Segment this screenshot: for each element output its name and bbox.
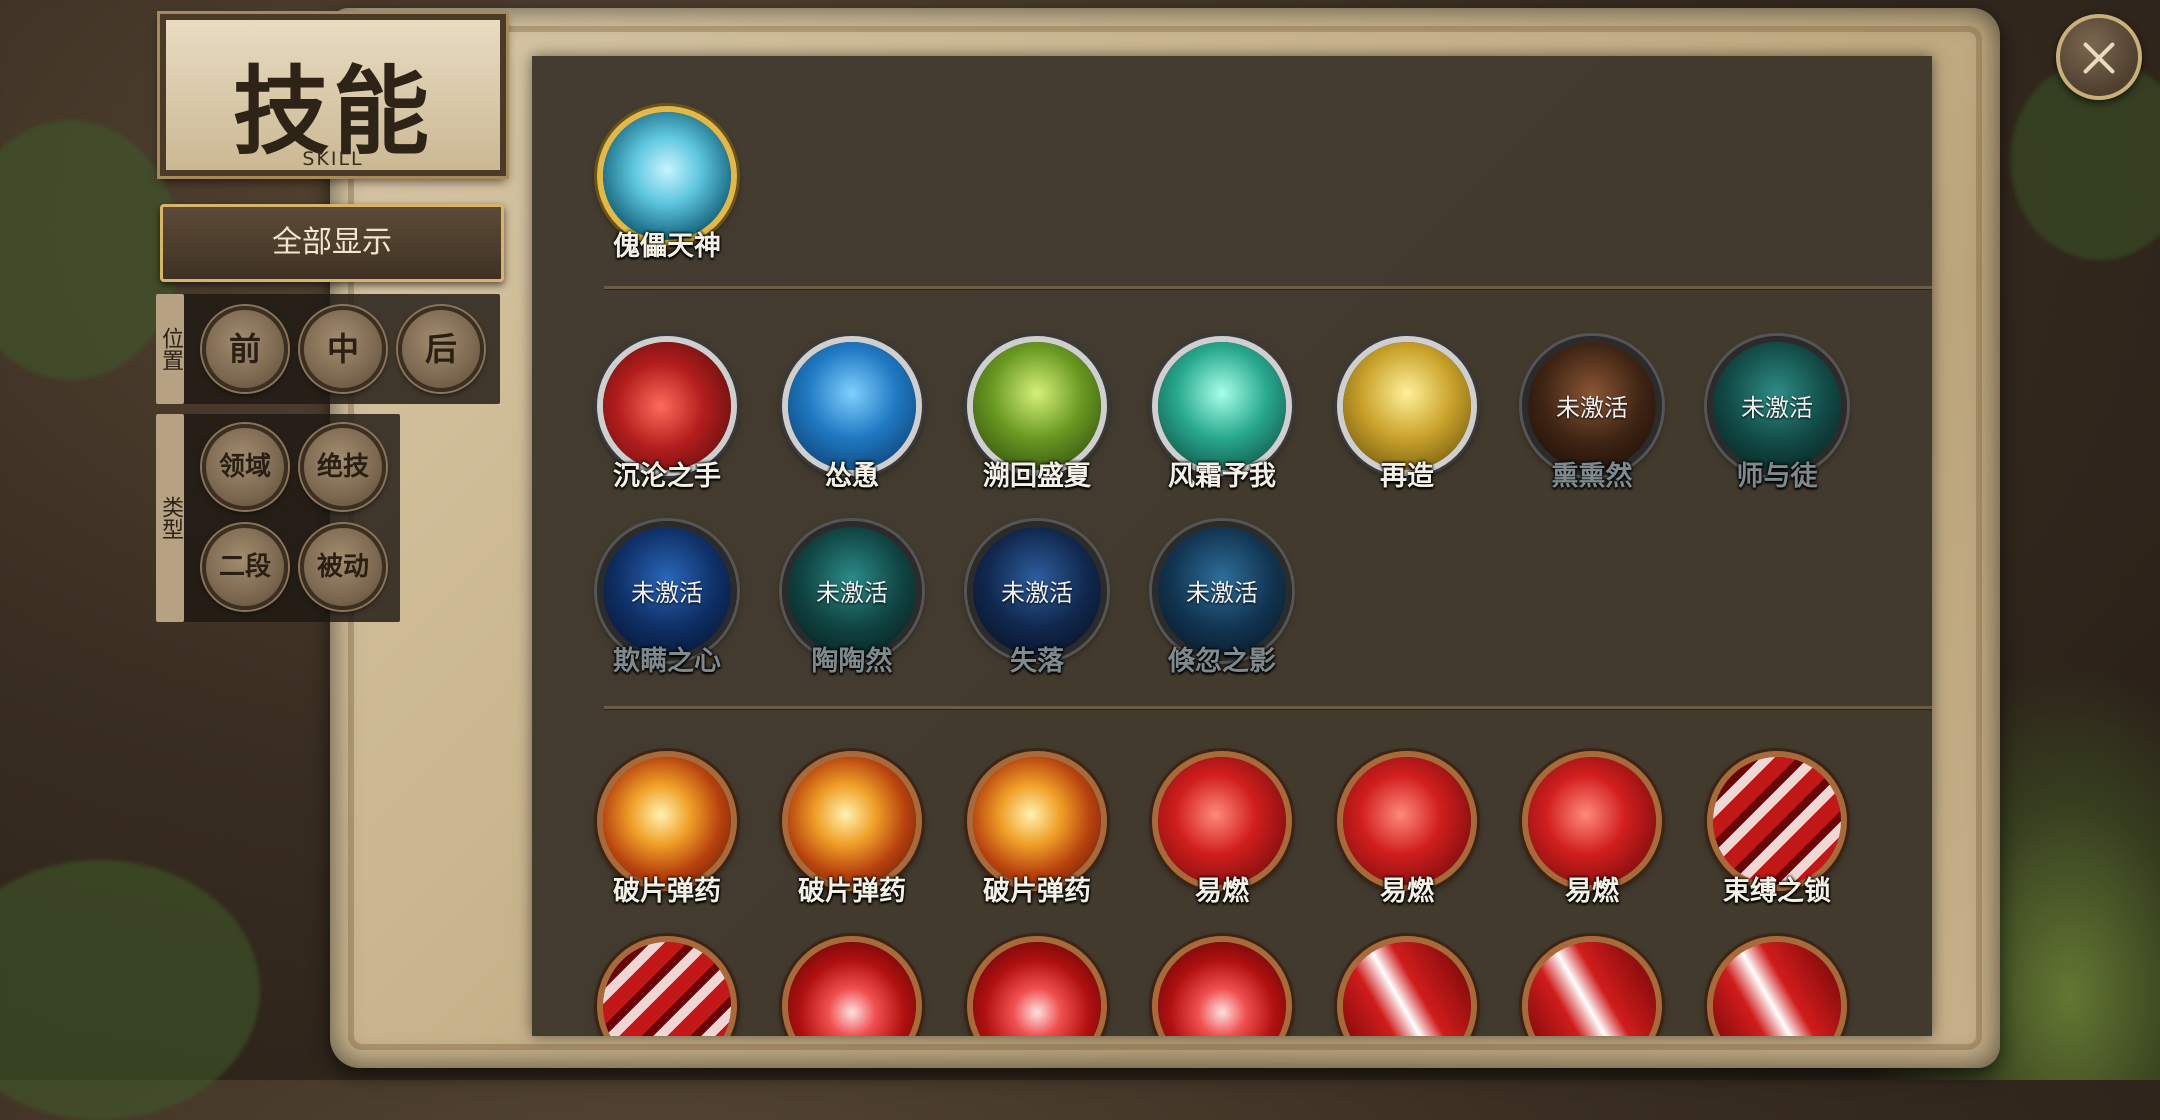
skill-item[interactable]: 未激活 失落 [957, 521, 1117, 701]
section-divider [604, 286, 1932, 289]
green-forest-icon [973, 342, 1101, 470]
skill-item[interactable]: 怂恿 [772, 336, 932, 516]
skill-item[interactable]: 未激活 熏熏然 [1512, 336, 1672, 516]
fire-claw-icon [788, 757, 916, 885]
skill-item[interactable]: 傀儡天神 [587, 106, 747, 286]
skill-item[interactable] [1512, 936, 1672, 1036]
red-flame-icon [1158, 757, 1286, 885]
background-foliage [0, 860, 260, 1120]
skill-item[interactable]: 破片弹药 [772, 751, 932, 931]
skill-item[interactable]: 破片弹药 [957, 751, 1117, 931]
golden-figure-icon [1343, 342, 1471, 470]
red-slash-icon [1528, 942, 1656, 1036]
red-swirl-icon [1158, 942, 1286, 1036]
skill-item[interactable]: 易燃 [1327, 751, 1487, 931]
page-title-plate: 技能 SKILL [157, 11, 509, 179]
skill-item[interactable]: 易燃 [1142, 751, 1302, 931]
type-domain-button[interactable]: 领域 [202, 424, 288, 510]
skill-item[interactable] [1142, 936, 1302, 1036]
skill-item[interactable]: 未激活 师与徒 [1697, 336, 1857, 516]
red-swirl-icon [788, 942, 916, 1036]
skill-item[interactable] [957, 936, 1117, 1036]
skill-item[interactable] [1697, 936, 1857, 1036]
skill-item[interactable]: 易燃 [1512, 751, 1672, 931]
skill-panel: 傀儡天神 沉沦之手 怂恿 溯回盛夏 风霜予我 再造 未激活 熏熏然 未激活 师与… [532, 56, 1932, 1036]
type-filter-label: 类型 [156, 414, 184, 622]
type-ultimate-button[interactable]: 绝技 [300, 424, 386, 510]
position-middle-button[interactable]: 中 [300, 306, 386, 392]
skill-item[interactable] [1327, 936, 1487, 1036]
skill-item[interactable]: 再造 [1327, 336, 1487, 516]
skill-item[interactable]: 束缚之锁 [1697, 751, 1857, 931]
skill-item[interactable] [587, 936, 747, 1036]
background-foliage [0, 120, 180, 380]
fire-claw-icon [603, 757, 731, 885]
position-back-button[interactable]: 后 [398, 306, 484, 392]
red-flame-icon [1528, 757, 1656, 885]
chain-icon [1713, 757, 1841, 885]
skill-item[interactable]: 未激活 陶陶然 [772, 521, 932, 701]
red-slash-icon [1343, 942, 1471, 1036]
fire-claw-icon [973, 757, 1101, 885]
page-subtitle: SKILL [302, 148, 364, 170]
red-warrior-icon [603, 342, 731, 470]
blue-beast-icon [788, 342, 916, 470]
skill-item[interactable]: 沉沦之手 [587, 336, 747, 516]
ghost-hand-icon [603, 112, 731, 240]
position-front-button[interactable]: 前 [202, 306, 288, 392]
skill-item[interactable] [772, 936, 932, 1036]
skill-item[interactable]: 溯回盛夏 [957, 336, 1117, 516]
skill-item[interactable]: 破片弹药 [587, 751, 747, 931]
skill-item[interactable]: 未激活 倏忽之影 [1142, 521, 1302, 701]
red-slash-icon [1713, 942, 1841, 1036]
close-button[interactable] [2056, 14, 2142, 100]
position-filter-label: 位置 [156, 294, 184, 404]
teal-spirit-icon [1158, 342, 1286, 470]
red-flame-icon [1343, 757, 1471, 885]
section-divider [604, 706, 1932, 709]
red-swirl-icon [973, 942, 1101, 1036]
skill-item[interactable]: 未激活 欺瞒之心 [587, 521, 747, 701]
show-all-button[interactable]: 全部显示 [160, 204, 504, 282]
chain-icon [603, 942, 731, 1036]
type-two-stage-button[interactable]: 二段 [202, 524, 288, 610]
type-passive-button[interactable]: 被动 [300, 524, 386, 610]
skill-item[interactable]: 风霜予我 [1142, 336, 1302, 516]
